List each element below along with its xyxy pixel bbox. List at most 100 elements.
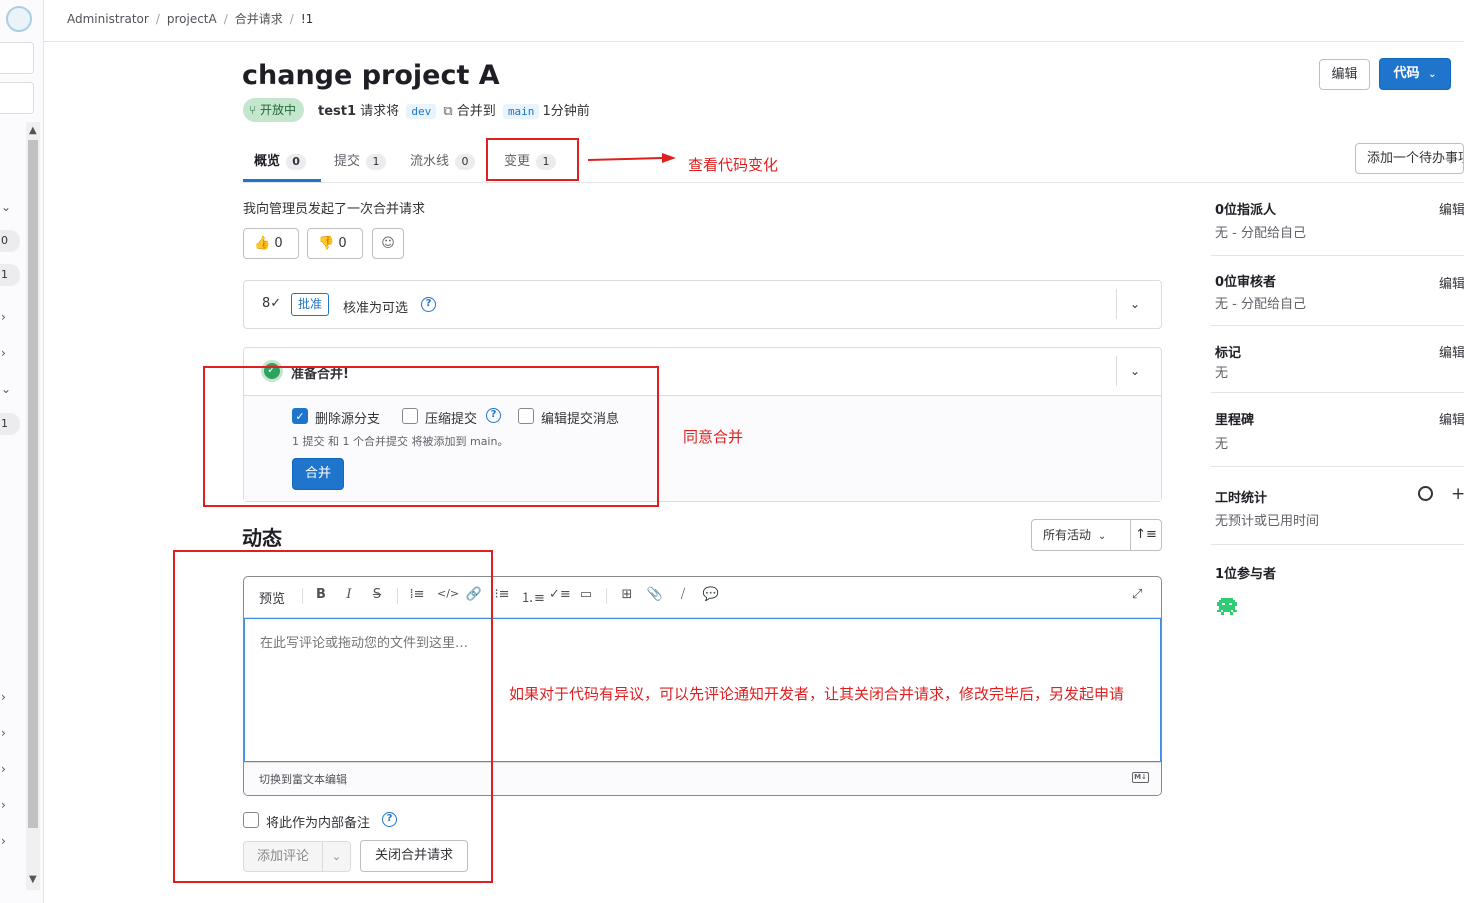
chevron-right-icon[interactable]: › [1, 726, 6, 740]
tab-count: 0 [286, 154, 307, 170]
chevron-right-icon[interactable]: › [1, 690, 6, 704]
code-dropdown-button[interactable]: 代码 ⌄ [1379, 58, 1451, 90]
help-icon[interactable]: ? [421, 297, 436, 312]
sidebar-count-badge: 1 [0, 264, 20, 286]
sidebar-search[interactable] [0, 82, 34, 114]
assignee-edit-link[interactable]: 编辑 [1439, 199, 1464, 218]
sidebar-count-badge: 1 [0, 413, 20, 435]
toolbar-separator [606, 588, 607, 604]
breadcrumb-item[interactable]: projectA [167, 12, 217, 26]
annotation-arrow-icon [588, 153, 676, 163]
thumbs-down-icon: 👎 [318, 236, 335, 251]
add-reaction-button[interactable]: ☺ [372, 228, 404, 259]
activity-heading: 动态 [242, 526, 282, 550]
time-tracking-value: 无预计或已用时间 [1215, 514, 1320, 529]
divider [1211, 325, 1464, 326]
divider [1211, 466, 1464, 467]
reviewer-edit-link[interactable]: 编辑 [1439, 273, 1464, 292]
bullet-list-icon[interactable]: ⁝≡ [493, 587, 511, 602]
edit-button[interactable]: 编辑 [1319, 59, 1370, 90]
chevron-right-icon[interactable]: › [1, 834, 6, 848]
comment-template-icon[interactable]: 💬 [702, 587, 720, 602]
annotation-comment-text: 如果对于代码有异议，可以先评论通知开发者，让其关闭合并请求，修改完毕后，另发起申… [509, 685, 1125, 703]
breadcrumb-separator: / [289, 12, 294, 26]
chevron-right-icon[interactable]: › [1, 798, 6, 812]
target-branch[interactable]: main [502, 104, 540, 119]
chevron-down-icon[interactable]: ⌄ [1130, 364, 1140, 378]
tab-label: 流水线 [410, 154, 450, 169]
annotation-merge-text: 同意合并 [683, 428, 744, 446]
assignee-title: 0位指派人 [1215, 203, 1277, 218]
avatar[interactable] [1215, 594, 1239, 618]
sidebar-project-switcher[interactable] [0, 42, 34, 74]
milestone-value: 无 [1215, 437, 1229, 452]
milestone-edit-link[interactable]: 编辑 [1439, 409, 1464, 428]
reviewer-value[interactable]: 无 - 分配给自己 [1215, 293, 1306, 312]
expand-icon[interactable]: ⤢ [1132, 587, 1142, 602]
merge-request-icon: ⑂ [249, 103, 257, 117]
attach-icon[interactable]: 📎 [646, 587, 664, 602]
labels-edit-link[interactable]: 编辑 [1439, 342, 1464, 361]
thumbs-up-button[interactable]: 👍 0 [243, 228, 299, 259]
scroll-down-arrow-icon[interactable]: ▼ [29, 874, 37, 885]
chevron-right-icon[interactable]: › [1, 346, 6, 360]
active-tab-indicator [243, 179, 321, 182]
sidebar-count-badge: 0 [0, 230, 20, 252]
mr-description: 我向管理员发起了一次合并请求 [243, 202, 426, 217]
activity-filter-label: 所有活动 [1043, 528, 1092, 542]
scroll-up-arrow-icon[interactable]: ▲ [29, 125, 37, 136]
approve-button[interactable]: 批准 [291, 293, 330, 316]
labels-title: 标记 [1215, 346, 1242, 361]
divider [1116, 356, 1117, 386]
breadcrumb-separator: / [223, 12, 228, 26]
activity-filter-dropdown[interactable]: 所有活动 ⌄ [1031, 519, 1131, 551]
chevron-down-icon: ⌄ [1097, 531, 1107, 542]
thumbs-down-button[interactable]: 👎 0 [307, 228, 363, 259]
chevron-down-icon[interactable]: ⌄ [1, 382, 11, 396]
task-list-icon[interactable]: ✓≡ [549, 587, 571, 602]
quick-action-icon[interactable]: ⧸ [674, 587, 692, 602]
plus-icon[interactable]: + [1451, 484, 1464, 504]
tanuki-logo-icon[interactable] [6, 6, 32, 32]
chevron-right-icon[interactable]: › [1, 762, 6, 776]
numbered-list-icon[interactable]: ⒈≡ [521, 587, 545, 606]
thumbs-down-count: 0 [338, 236, 347, 251]
chevron-down-icon: ⌄ [1428, 69, 1437, 80]
source-branch[interactable]: dev [406, 104, 437, 119]
request-text: 请求将 [360, 104, 400, 119]
collapsible-icon[interactable]: ▭ [577, 587, 595, 602]
markdown-icon: M↓ [1132, 772, 1149, 783]
breadcrumb-separator: / [155, 12, 160, 26]
breadcrumb-item[interactable]: 合并请求 [235, 12, 283, 26]
approval-optional-text: 核准为可选 [343, 301, 409, 316]
tab-commits[interactable]: 提交 1 [334, 150, 387, 170]
divider [1116, 289, 1117, 319]
tab-label: 提交 [334, 154, 361, 169]
annotation-box-comment [173, 550, 493, 883]
chevron-down-icon[interactable]: ⌄ [1130, 297, 1140, 311]
author-link[interactable]: test1 [318, 104, 356, 119]
breadcrumb-item[interactable]: Administrator [67, 12, 149, 26]
tab-count: 1 [366, 154, 387, 170]
participants-title: 1位参与者 [1215, 567, 1277, 582]
thumbs-up-icon: 👍 [254, 236, 271, 251]
tabs-divider [242, 182, 1464, 183]
sidebar-scrollbar-thumb[interactable] [28, 140, 38, 828]
sort-icon[interactable]: ↑≡ [1130, 519, 1162, 551]
time-tracking-title: 工时统计 [1215, 491, 1268, 506]
breadcrumb: Administrator / projectA / 合并请求 / !1 [67, 10, 313, 27]
assignee-value[interactable]: 无 - 分配给自己 [1215, 222, 1306, 241]
status-badge: ⑂ 开放中 [243, 98, 305, 122]
timer-icon[interactable] [1418, 486, 1433, 501]
divider [1211, 255, 1464, 256]
tab-overview[interactable]: 概览 0 [254, 150, 307, 170]
table-icon[interactable]: ⊞ [618, 587, 636, 602]
code-button-label: 代码 [1393, 66, 1420, 81]
breadcrumb-item[interactable]: !1 [301, 12, 313, 26]
chevron-right-icon[interactable]: › [1, 310, 6, 324]
emoji-icon: ☺ [381, 236, 395, 251]
tab-pipelines[interactable]: 流水线 0 [410, 150, 476, 170]
chevron-down-icon[interactable]: ⌄ [1, 200, 11, 214]
add-todo-button[interactable]: 添加一个待办事项 [1355, 143, 1464, 174]
copy-icon[interactable]: ⧉ [443, 104, 452, 119]
